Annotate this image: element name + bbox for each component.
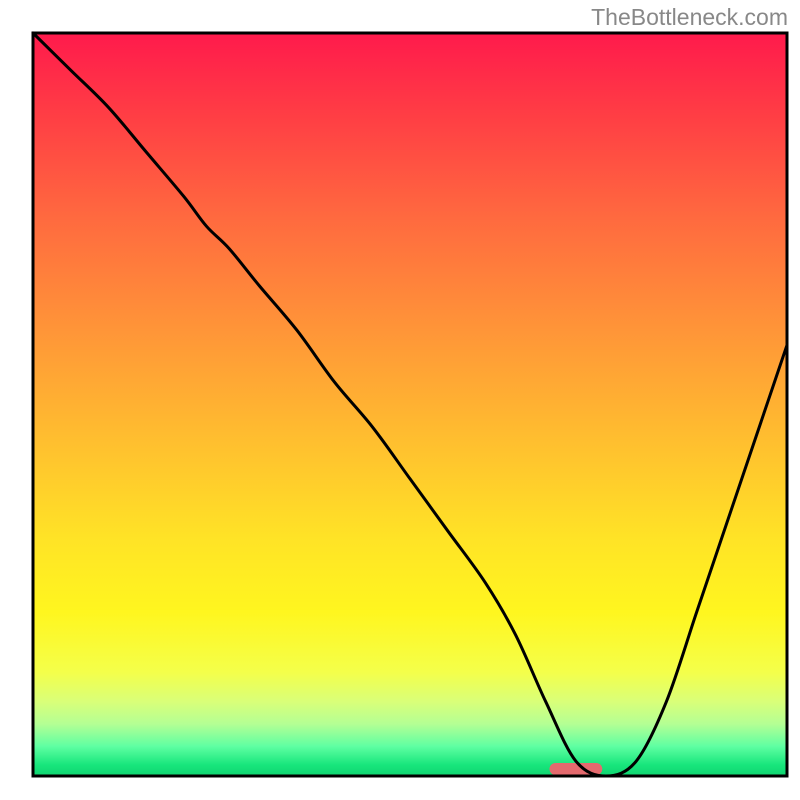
- plot-area: [33, 33, 787, 776]
- chart-background: [33, 33, 787, 776]
- bottleneck-chart: TheBottleneck.com: [0, 0, 800, 800]
- chart-svg: [0, 0, 800, 800]
- watermark-text: TheBottleneck.com: [591, 4, 788, 31]
